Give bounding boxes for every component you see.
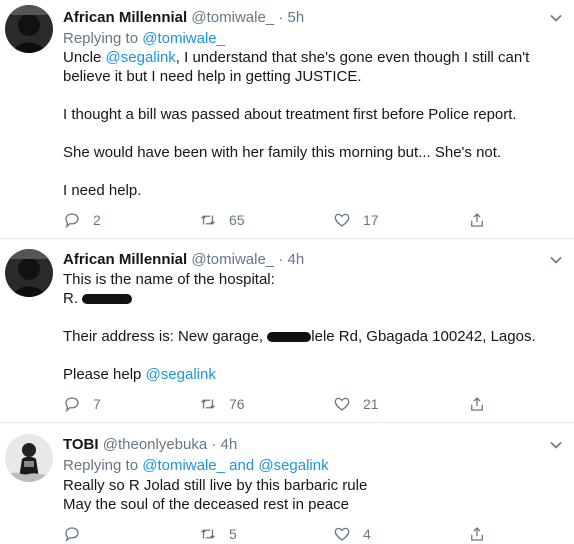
reply-icon xyxy=(65,527,79,543)
mention-link[interactable]: @segalink xyxy=(146,366,216,383)
reply-button[interactable]: 2 xyxy=(63,210,101,230)
like-button[interactable]: 4 xyxy=(333,524,371,544)
replying-to-link[interactable]: @tomiwale_ and @segalink xyxy=(142,457,328,474)
chevron-down-icon[interactable] xyxy=(548,10,564,26)
like-button[interactable]: 21 xyxy=(333,394,379,414)
tweet-1[interactable]: African Millennial @tomiwale_ · 5h Reply… xyxy=(0,0,574,238)
reply-icon xyxy=(65,213,79,229)
reply-button[interactable]: 7 xyxy=(63,394,101,414)
avatar-image xyxy=(5,5,53,53)
tweet-text-line: Please help @segalink xyxy=(63,366,216,384)
separator-dot: · xyxy=(278,9,284,26)
avatar-image xyxy=(5,434,53,482)
redaction-mark xyxy=(82,294,133,305)
share-icon xyxy=(471,397,483,411)
tweet-text-line: R. xyxy=(63,290,133,308)
replying-to: Replying to @tomiwale_ xyxy=(63,30,225,48)
tweet-2[interactable]: African Millennial @tomiwale_ · 4h This … xyxy=(0,239,574,422)
retweet-count: 76 xyxy=(229,396,245,412)
tweet-header: African Millennial @tomiwale_ · 5h xyxy=(63,9,304,27)
author-name[interactable]: African Millennial xyxy=(63,9,187,26)
separator-dot: · xyxy=(278,251,284,268)
retweet-button[interactable]: 76 xyxy=(199,394,245,414)
author-handle[interactable]: @theonlyebuka xyxy=(103,436,207,453)
tweet-text-line: Uncle @segalink, I understand that she's… xyxy=(63,49,529,67)
replying-prefix: Replying to xyxy=(63,30,139,47)
timestamp[interactable]: 5h xyxy=(287,9,304,26)
tweet-text-line: believe it but I need help in getting JU… xyxy=(63,68,362,85)
reply-count: 7 xyxy=(93,396,101,412)
tweet-text-line: I need help. xyxy=(63,182,142,199)
avatar-image xyxy=(5,249,53,297)
author-handle[interactable]: @tomiwale_ xyxy=(191,251,274,268)
author-handle[interactable]: @tomiwale_ xyxy=(191,9,274,26)
tweet-text-line: She would have been with her family this… xyxy=(63,144,502,161)
share-button[interactable] xyxy=(468,210,486,230)
retweet-icon xyxy=(201,399,215,409)
like-icon xyxy=(334,397,350,411)
tweet-text-line: Really so R Jolad still live by this bar… xyxy=(63,477,368,494)
tweet-actions: 5 4 xyxy=(63,524,493,544)
retweet-button[interactable]: 5 xyxy=(199,524,237,544)
text-fragment: , I understand that she's gone even thou… xyxy=(175,49,530,66)
share-button[interactable] xyxy=(468,524,486,544)
redaction-mark xyxy=(267,332,312,343)
tweet-header: African Millennial @tomiwale_ · 4h xyxy=(63,251,304,269)
avatar[interactable] xyxy=(5,5,53,53)
tweet-3[interactable]: TOBI @theonlyebuka · 4h Replying to @tom… xyxy=(0,423,574,543)
retweet-button[interactable]: 65 xyxy=(199,210,245,230)
replying-to-link[interactable]: @tomiwale_ xyxy=(142,30,225,47)
replying-to: Replying to @tomiwale_ and @segalink xyxy=(63,457,329,475)
share-icon xyxy=(471,213,483,227)
tweet-actions: 2 65 17 xyxy=(63,210,493,230)
like-button[interactable]: 17 xyxy=(333,210,379,230)
tweet-text-line: This is the name of the hospital: xyxy=(63,271,275,288)
retweet-icon xyxy=(201,529,215,539)
share-icon xyxy=(471,527,483,541)
mention-link[interactable]: @segalink xyxy=(106,49,176,66)
text-fragment: Uncle xyxy=(63,49,106,66)
tweet-text-line: Their address is: New garage, lele Rd, G… xyxy=(63,328,536,346)
chevron-down-icon[interactable] xyxy=(548,437,564,453)
tweet-header: TOBI @theonlyebuka · 4h xyxy=(63,436,237,454)
like-icon xyxy=(334,213,350,227)
retweet-count: 65 xyxy=(229,212,245,228)
timestamp[interactable]: 4h xyxy=(221,436,238,453)
text-fragment: lele Rd, Gbagada 100242, Lagos. xyxy=(311,328,536,345)
retweet-count: 5 xyxy=(229,526,237,542)
like-count: 21 xyxy=(363,396,379,412)
author-name[interactable]: TOBI xyxy=(63,436,99,453)
separator-dot: · xyxy=(211,436,217,453)
avatar[interactable] xyxy=(5,434,53,482)
like-icon xyxy=(334,527,350,541)
text-fragment: R. xyxy=(63,290,78,307)
text-fragment: Please help xyxy=(63,366,146,383)
tweet-text-line: I thought a bill was passed about treatm… xyxy=(63,106,517,123)
reply-button[interactable] xyxy=(63,524,93,544)
chevron-down-icon[interactable] xyxy=(548,252,564,268)
tweet-actions: 7 76 21 xyxy=(63,394,493,414)
reply-count: 2 xyxy=(93,212,101,228)
avatar[interactable] xyxy=(5,249,53,297)
author-name[interactable]: African Millennial xyxy=(63,251,187,268)
share-button[interactable] xyxy=(468,394,486,414)
retweet-icon xyxy=(201,215,215,225)
reply-icon xyxy=(65,397,79,413)
text-fragment: Their address is: New garage, xyxy=(63,328,268,345)
tweet-text-line: May the soul of the deceased rest in pea… xyxy=(63,496,350,513)
like-count: 17 xyxy=(363,212,379,228)
like-count: 4 xyxy=(363,526,371,542)
timestamp[interactable]: 4h xyxy=(287,251,304,268)
replying-prefix: Replying to xyxy=(63,457,139,474)
